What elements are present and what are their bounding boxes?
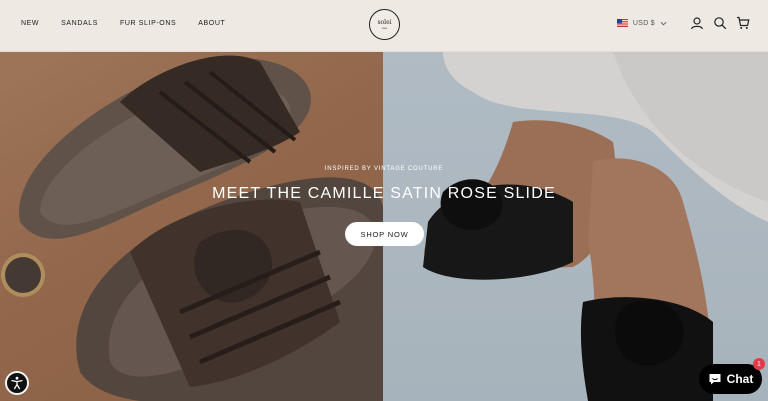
hero-headline: MEET THE CAMILLE SATIN ROSE SLIDE <box>212 185 556 202</box>
currency-selector[interactable]: USD $ <box>616 19 667 27</box>
us-flag-icon <box>616 19 628 27</box>
header-tools: USD $ <box>616 16 750 30</box>
brand-logo[interactable]: solei sea <box>369 9 400 40</box>
chat-bubble-icon <box>709 374 721 385</box>
nav-item-fur-slip-ons[interactable]: FUR SLIP-ONS <box>120 20 176 27</box>
accessibility-button[interactable] <box>5 371 29 395</box>
chevron-down-icon <box>660 21 667 25</box>
search-icon[interactable] <box>713 16 727 30</box>
chat-label: Chat <box>726 372 754 386</box>
nav-item-sandals[interactable]: SANDALS <box>61 20 98 27</box>
chat-unread-badge: 1 <box>753 358 765 370</box>
logo-subtext: sea <box>381 25 388 30</box>
nav-item-new[interactable]: NEW <box>21 20 39 27</box>
account-icon[interactable] <box>690 16 704 30</box>
hero-eyebrow: INSPIRED BY VINTAGE COUTURE <box>324 166 444 172</box>
nav-item-about[interactable]: ABOUT <box>198 20 225 27</box>
accessibility-icon <box>11 376 23 390</box>
shop-now-button[interactable]: SHOP NOW <box>345 222 424 246</box>
cart-icon[interactable] <box>736 16 750 30</box>
chat-button[interactable]: Chat <box>699 364 762 394</box>
currency-label: USD $ <box>632 19 655 27</box>
site-header: NEW SANDALS FUR SLIP-ONS ABOUT solei sea… <box>0 0 768 52</box>
main-nav: NEW SANDALS FUR SLIP-ONS ABOUT <box>21 20 247 27</box>
